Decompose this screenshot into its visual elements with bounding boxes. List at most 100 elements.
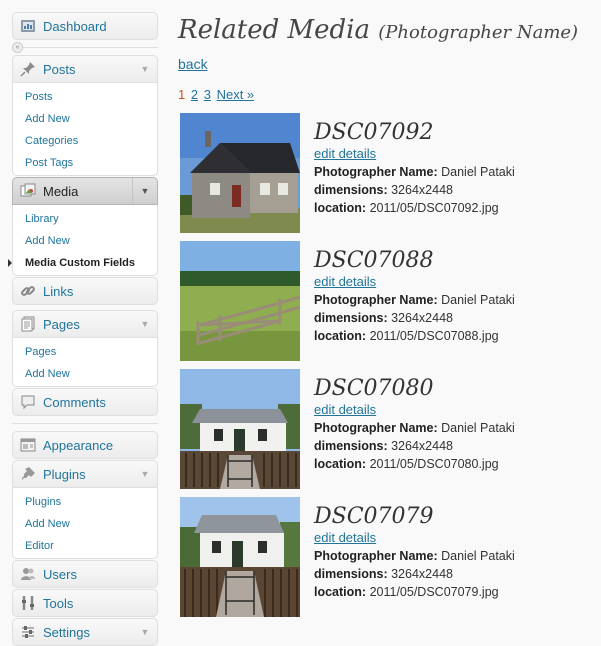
comment-icon (20, 394, 36, 410)
location-label: location: (314, 457, 367, 471)
menu-comments[interactable]: Comments (12, 388, 158, 416)
menu-dashboard[interactable]: Dashboard (12, 12, 158, 40)
photographer-value: Daniel Pataki (441, 421, 515, 435)
media-thumbnail[interactable] (180, 113, 300, 233)
media-info: DSC07079 edit details Photographer Name:… (314, 502, 515, 601)
media-info: DSC07092 edit details Photographer Name:… (314, 118, 515, 217)
page-current: 1 (178, 87, 186, 102)
media-info: DSC07088 edit details Photographer Name:… (314, 246, 515, 345)
menu-media-label: Media (43, 183, 79, 199)
dimensions-value: 3264x2448 (391, 567, 453, 581)
dimensions-label: dimensions: (314, 567, 388, 581)
photographer-label: Photographer Name: (314, 421, 438, 435)
back-link[interactable]: back (178, 56, 208, 72)
menu-links[interactable]: Links (12, 277, 158, 305)
menu-separator: « (12, 41, 158, 54)
menu-users[interactable]: Users (12, 560, 158, 588)
menu-separator (12, 417, 158, 430)
pages-icon (20, 316, 36, 332)
menu-media[interactable]: Media ▼ (12, 177, 158, 205)
photographer-value: Daniel Pataki (441, 293, 515, 307)
media-icon (20, 183, 36, 199)
link-icon (20, 283, 36, 299)
toggle-arrow-icon[interactable]: ▼ (133, 461, 157, 487)
menu-appearance-label: Appearance (43, 437, 114, 453)
location-value: 2011/05/DSC07080.jpg (369, 457, 499, 471)
menu-posts[interactable]: Posts ▼ (12, 55, 158, 83)
plugins-submenu: Plugins Add New Editor (12, 488, 158, 559)
dimensions-value: 3264x2448 (391, 439, 453, 453)
photographer-value: Daniel Pataki (441, 165, 515, 179)
page-title: Related Media (Photographer Name) (178, 12, 601, 51)
location-label: location: (314, 585, 367, 599)
page-subtitle: (Photographer Name) (378, 22, 579, 43)
toggle-arrow-icon[interactable]: ▼ (132, 178, 157, 204)
sidebar-item-library[interactable]: Library (13, 208, 157, 230)
toggle-arrow-icon[interactable]: ▼ (133, 311, 157, 337)
appearance-icon (20, 437, 36, 453)
menu-plugins-label: Plugins (43, 466, 86, 482)
plugin-icon (20, 466, 36, 482)
menu-pages-label: Pages (43, 316, 80, 332)
media-submenu: Library Add New Media Custom Fields (8, 205, 158, 276)
location-value: 2011/05/DSC07079.jpg (369, 585, 499, 599)
page-next-link[interactable]: Next » (217, 87, 255, 102)
sidebar-item-post-tags[interactable]: Post Tags (13, 152, 157, 174)
media-thumbnail[interactable] (180, 369, 300, 489)
sidebar-item-add-new-media[interactable]: Add New (13, 230, 157, 252)
page-link-3[interactable]: 3 (204, 87, 211, 102)
menu-plugins[interactable]: Plugins ▼ (12, 460, 158, 488)
menu-posts-label: Posts (43, 61, 76, 77)
photographer-label: Photographer Name: (314, 165, 438, 179)
sidebar-item-media-custom-fields[interactable]: Media Custom Fields (8, 252, 157, 274)
collapse-icon[interactable]: « (12, 42, 23, 53)
sidebar-item-pages[interactable]: Pages (13, 341, 157, 363)
media-title: DSC07080 (314, 376, 434, 401)
toggle-arrow-icon[interactable]: ▼ (133, 56, 157, 82)
admin-menu: Dashboard « Posts ▼ Posts Add New Catego… (8, 12, 158, 646)
edit-details-link[interactable]: edit details (314, 530, 376, 545)
pin-icon (20, 61, 36, 77)
menu-settings[interactable]: Settings ▼ (12, 618, 158, 646)
menu-tools[interactable]: Tools (12, 589, 158, 617)
photographer-label: Photographer Name: (314, 549, 438, 563)
dimensions-label: dimensions: (314, 439, 388, 453)
menu-dashboard-label: Dashboard (43, 18, 107, 34)
photographer-label: Photographer Name: (314, 293, 438, 307)
toggle-arrow-icon[interactable]: ▼ (133, 619, 157, 645)
edit-details-link[interactable]: edit details (314, 274, 376, 289)
menu-pages[interactable]: Pages ▼ (12, 310, 158, 338)
sidebar-item-plugins[interactable]: Plugins (13, 491, 157, 513)
dimensions-label: dimensions: (314, 183, 388, 197)
media-thumbnail[interactable] (180, 497, 300, 617)
sidebar-item-categories[interactable]: Categories (13, 130, 157, 152)
page-title-text: Related Media (178, 15, 370, 45)
menu-tools-label: Tools (43, 595, 74, 611)
location-label: location: (314, 329, 367, 343)
sidebar-item-editor[interactable]: Editor (13, 535, 157, 557)
dimensions-value: 3264x2448 (391, 183, 453, 197)
page-link-2[interactable]: 2 (191, 87, 198, 102)
media-thumbnail[interactable] (180, 241, 300, 361)
menu-users-label: Users (43, 566, 77, 582)
sidebar-item-add-new-post[interactable]: Add New (13, 108, 157, 130)
menu-appearance[interactable]: Appearance (12, 431, 158, 459)
sidebar-item-posts[interactable]: Posts (13, 86, 157, 108)
location-value: 2011/05/DSC07092.jpg (369, 201, 499, 215)
pages-submenu: Pages Add New (12, 338, 158, 387)
tools-icon (20, 595, 36, 611)
dashboard-icon (20, 18, 36, 34)
settings-icon (20, 624, 36, 640)
users-icon (20, 566, 36, 582)
dimensions-value: 3264x2448 (391, 311, 453, 325)
media-title: DSC07088 (314, 248, 434, 273)
edit-details-link[interactable]: edit details (314, 402, 376, 417)
sidebar-item-add-new-plugin[interactable]: Add New (13, 513, 157, 535)
media-info: DSC07080 edit details Photographer Name:… (314, 374, 515, 473)
menu-settings-label: Settings (43, 624, 90, 640)
posts-submenu: Posts Add New Categories Post Tags (12, 83, 158, 176)
edit-details-link[interactable]: edit details (314, 146, 376, 161)
sidebar-item-add-new-page[interactable]: Add New (13, 363, 157, 385)
dimensions-label: dimensions: (314, 311, 388, 325)
menu-comments-label: Comments (43, 394, 106, 410)
